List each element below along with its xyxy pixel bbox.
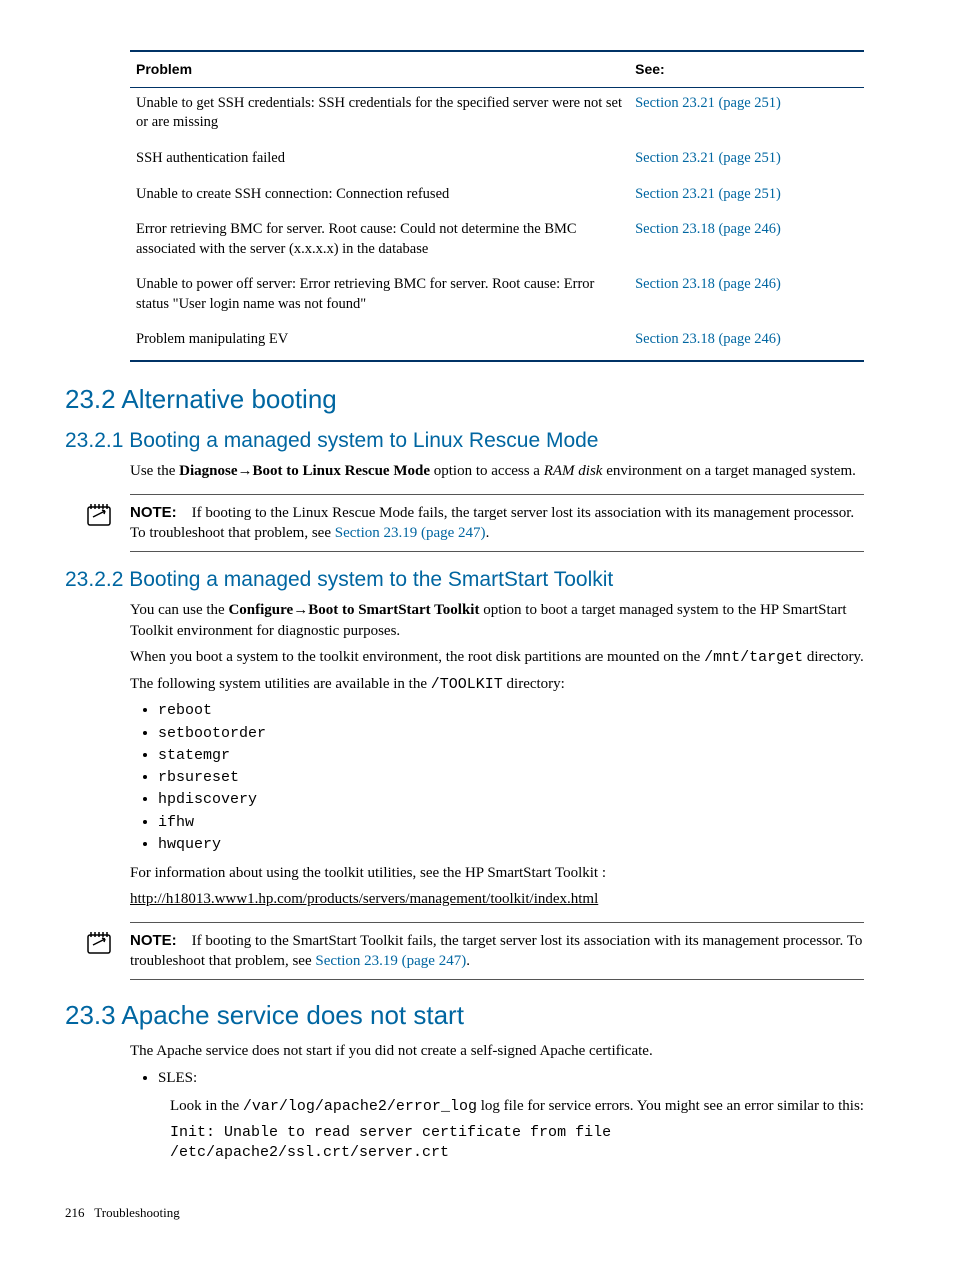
cell-problem: Unable to power off server: Error retrie… [130,269,629,324]
cell-see-link[interactable]: Section 23.21 (page 251) [629,179,864,215]
p-233-1: The Apache service does not start if you… [130,1041,864,1061]
list-item: hpdiscovery [158,790,864,810]
cell-problem: Unable to get SSH credentials: SSH crede… [130,87,629,143]
cell-problem: SSH authentication failed [130,143,629,179]
p-2322-3: The following system utilities are avail… [130,674,864,695]
heading-23-2-2: 23.2.2 Booting a managed system to the S… [65,566,864,594]
table-row: Unable to power off server: Error retrie… [130,269,864,324]
th-problem: Problem [130,52,629,87]
note-2322: NOTE: If booting to the SmartStart Toolk… [130,922,864,981]
table-row: Problem manipulating EVSection 23.18 (pa… [130,324,864,360]
table-row: Unable to get SSH credentials: SSH crede… [130,87,864,143]
page-footer: 216 Troubleshooting [65,1204,864,1222]
p-2322-2: When you boot a system to the toolkit en… [130,647,864,668]
list-item: setbootorder [158,724,864,744]
cell-see-link[interactable]: Section 23.21 (page 251) [629,87,864,143]
p-2322-4: For information about using the toolkit … [130,863,864,883]
heading-23-3: 23.3 Apache service does not start [65,998,864,1033]
th-see: See: [629,52,864,87]
list-item: reboot [158,701,864,721]
note-label: NOTE: [130,504,177,521]
table-row: Unable to create SSH connection: Connect… [130,179,864,215]
table-row: Error retrieving BMC for server. Root ca… [130,214,864,269]
heading-23-2: 23.2 Alternative booting [65,382,864,417]
toolkit-url[interactable]: http://h18013.www1.hp.com/products/serve… [130,889,864,909]
list-item: statemgr [158,746,864,766]
table-row: SSH authentication failedSection 23.21 (… [130,143,864,179]
list-item: rbsureset [158,768,864,788]
utility-list: reboot setbootorderstatemgrrbsuresethpdis… [130,701,864,855]
list-item: ifhw [158,813,864,833]
p-2322-1: You can use the Configure→Boot to SmartS… [130,600,864,641]
note-label: NOTE: [130,932,177,949]
os-list: SLES: [130,1068,864,1088]
link-23-19[interactable]: Section 23.19 (page 247) [335,525,486,541]
note-2321: NOTE: If booting to the Linux Rescue Mod… [130,494,864,553]
note-icon [85,929,115,961]
p-2321-1: Use the Diagnose→Boot to Linux Rescue Mo… [130,461,864,481]
p-233-2: Look in the /var/log/apache2/error_log l… [170,1096,864,1117]
cell-see-link[interactable]: Section 23.18 (page 246) [629,269,864,324]
cell-see-link[interactable]: Section 23.18 (page 246) [629,324,864,360]
code-block: Init: Unable to read server certificate … [170,1123,864,1164]
link-23-19[interactable]: Section 23.19 (page 247) [315,953,466,969]
list-item: hwquery [158,835,864,855]
cell-see-link[interactable]: Section 23.21 (page 251) [629,143,864,179]
heading-23-2-1: 23.2.1 Booting a managed system to Linux… [65,427,864,455]
problem-table: Problem See: Unable to get SSH credentia… [130,50,864,362]
cell-problem: Unable to create SSH connection: Connect… [130,179,629,215]
cell-problem: Error retrieving BMC for server. Root ca… [130,214,629,269]
cell-problem: Problem manipulating EV [130,324,629,360]
note-icon [85,501,115,533]
cell-see-link[interactable]: Section 23.18 (page 246) [629,214,864,269]
list-item: SLES: [158,1068,864,1088]
